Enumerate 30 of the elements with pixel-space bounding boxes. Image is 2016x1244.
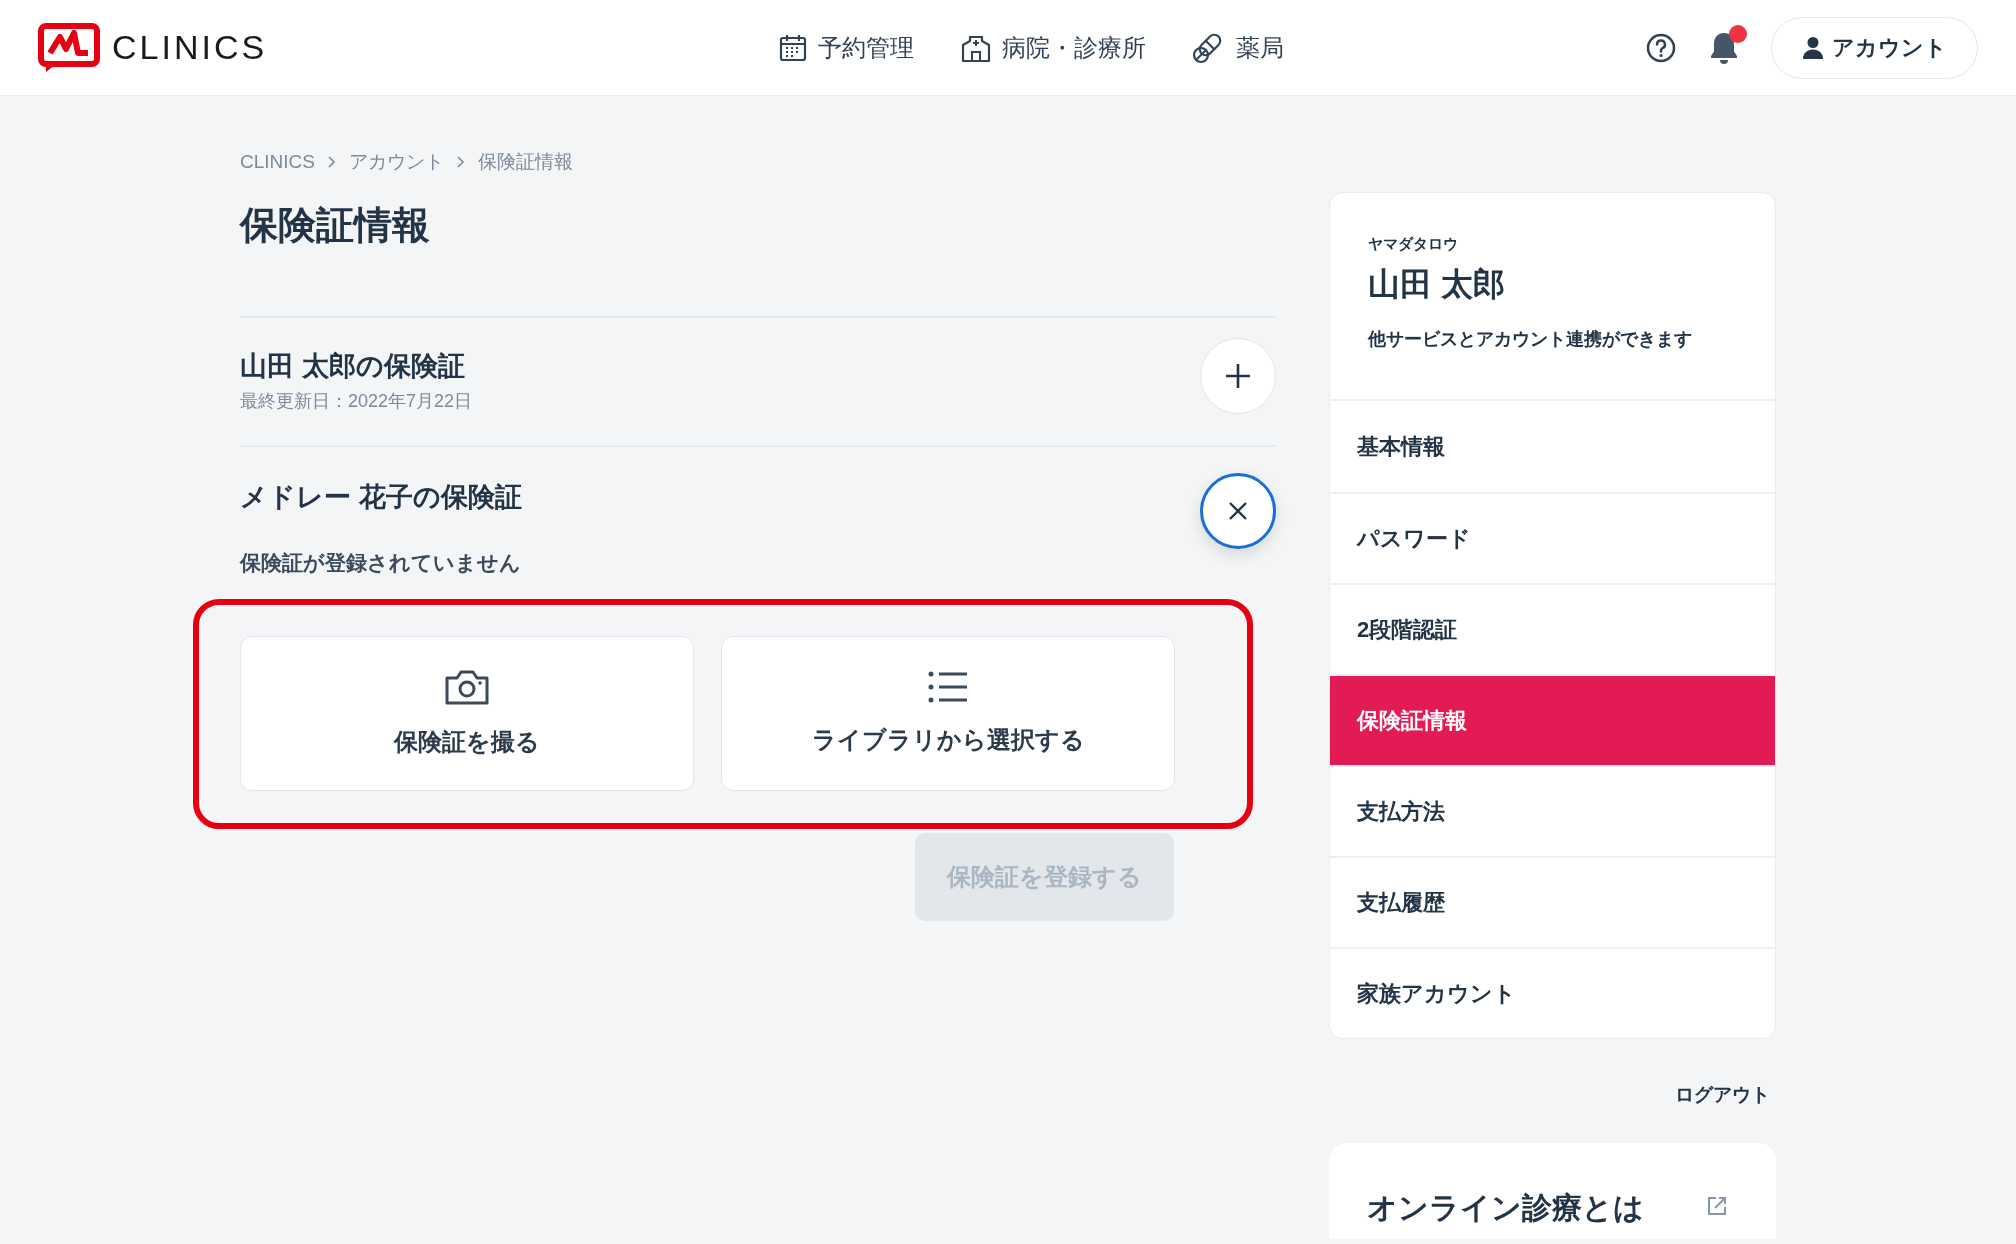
chevron-icon — [455, 155, 466, 170]
help-icon[interactable] — [1645, 31, 1677, 64]
user-name: 山田 太郎 — [1368, 264, 1506, 304]
sidebar-item[interactable]: 保険証情報 — [1330, 673, 1775, 765]
name-kana: ヤマダタロウ — [1368, 234, 1459, 254]
info-card-title: オンライン診療とは — [1367, 1190, 1644, 1226]
section-title: 山田 太郎の保険証 — [240, 349, 466, 383]
last-updated-date: 最終更新日：2022年7月22日 — [240, 390, 473, 413]
logout-link[interactable]: ログアウト — [1675, 1080, 1770, 1109]
sidebar-item[interactable]: 家族アカウント — [1330, 946, 1775, 1038]
close-icon — [1228, 501, 1248, 521]
list-icon — [927, 669, 969, 704]
plus-icon — [1225, 362, 1251, 389]
person-icon — [1802, 35, 1824, 60]
chevron-icon — [326, 155, 337, 170]
external-link-icon — [1706, 1195, 1728, 1217]
logo-text[interactable]: CLINICS — [112, 22, 268, 73]
nav-link[interactable]: 予約管理 — [778, 29, 914, 66]
section-title: メドレー 花子の保険証 — [240, 481, 522, 514]
info-card[interactable]: オンライン診療とは — [1329, 1143, 1776, 1239]
status-text: 保険証が登録されていません — [240, 550, 522, 576]
calendar-icon — [778, 32, 808, 63]
account-link-note: 他サービスとアカウント連携ができます — [1368, 327, 1693, 351]
nav-link[interactable]: 薬局 — [1192, 29, 1284, 66]
option-button[interactable]: ライブラリから選択する — [721, 636, 1175, 791]
nav-link[interactable]: 病院・診療所 — [960, 29, 1146, 66]
option-button[interactable]: 保険証を撮る — [240, 636, 694, 791]
logo-icon — [38, 22, 100, 73]
account-button[interactable]: アカウント — [1771, 16, 1978, 79]
page-title: 保険証情報 — [240, 202, 431, 248]
